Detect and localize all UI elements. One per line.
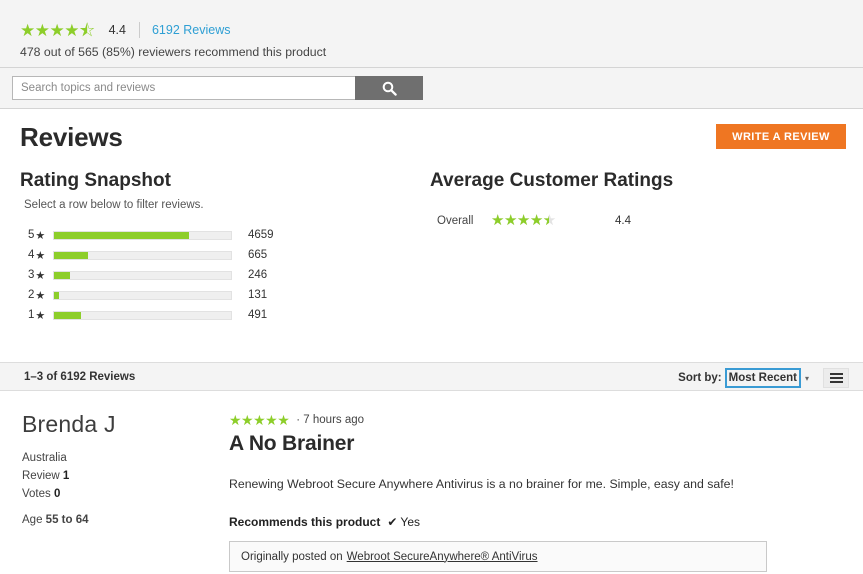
posted-source-link[interactable]: Webroot SecureAnywhere® AntiVirus — [347, 551, 538, 563]
rating-bar-fill — [54, 292, 59, 299]
search-icon — [382, 81, 397, 96]
star-icon: ★ — [35, 269, 45, 282]
star-icon: ★ — [35, 249, 45, 262]
recommends-label: Recommends this product — [229, 515, 380, 529]
overall-rating-row: Overall ★★★★★ ★★★★★ 4.4 — [437, 213, 556, 228]
hamburger-icon-line — [830, 377, 843, 379]
rating-bar-row-5-star[interactable]: 5★ 4659 — [28, 225, 288, 245]
rating-bar-fill — [54, 232, 189, 239]
rating-bar-count: 665 — [248, 249, 288, 261]
star-icon: ★ — [35, 289, 45, 302]
sort-by-label: Sort by: — [678, 372, 721, 384]
rating-bar-row-1-star[interactable]: 1★ 491 — [28, 305, 288, 325]
rating-bar-label: 2★ — [28, 289, 51, 302]
rating-bar-fill — [54, 272, 70, 279]
rating-bar-track — [53, 311, 232, 320]
rating-bar-star-number: 2 — [28, 289, 34, 301]
summary-stars-icon: ★★★★⯪ — [20, 22, 95, 39]
page-title: Reviews — [20, 122, 123, 153]
overall-label: Overall — [437, 215, 487, 227]
rating-bar-count: 4659 — [248, 229, 288, 241]
recommend-summary-text: 478 out of 565 (85%) reviewers recommend… — [20, 45, 326, 59]
review-author-column: Brenda J Australia Review 1 Votes 0 Age … — [22, 411, 212, 526]
rating-bar-label: 5★ — [28, 229, 51, 242]
summary-rating-value: 4.4 — [109, 23, 126, 37]
average-ratings-title: Average Customer Ratings — [430, 170, 673, 192]
star-icon: ★ — [35, 229, 45, 242]
rating-bar-label: 1★ — [28, 309, 51, 322]
sort-controls: Sort by: Most Recent ▾ — [678, 368, 849, 388]
overall-rating-value: 4.4 — [615, 215, 631, 227]
review-text: Renewing Webroot Secure Anywhere Antivir… — [229, 477, 829, 491]
rating-bar-star-number: 4 — [28, 249, 34, 261]
author-review-count: Review 1 — [22, 468, 212, 486]
rating-bar-track — [53, 291, 232, 300]
list-view-toggle-button[interactable] — [823, 368, 849, 388]
rating-bar-star-number: 5 — [28, 229, 34, 241]
search-input[interactable] — [12, 76, 355, 100]
review-rating-row: ★★★★★ · 7 hours ago — [229, 413, 829, 427]
search-button[interactable] — [355, 76, 423, 100]
review-stars-icon: ★★★★★ — [229, 413, 289, 427]
recommends-value: Yes — [400, 515, 420, 529]
originally-posted-box: Originally posted on Webroot SecureAnywhe… — [229, 541, 767, 572]
review-page: ★★★★⯪ 4.4 6192 Reviews 478 out of 565 (8… — [0, 0, 863, 574]
rating-bar-fill — [54, 252, 88, 259]
rating-bar-label: 3★ — [28, 269, 51, 282]
results-count: 1–3 of 6192 Reviews — [24, 371, 135, 383]
recommends-row: Recommends this product ✔Yes — [229, 515, 829, 529]
rating-bar-label: 4★ — [28, 249, 51, 262]
rating-bar-track — [53, 271, 232, 280]
hamburger-icon-line — [830, 381, 843, 383]
rating-bar-track — [53, 231, 232, 240]
author-votes-count: Votes 0 — [22, 486, 212, 504]
rating-bar-count: 491 — [248, 309, 288, 321]
star-icon: ★ — [35, 309, 45, 322]
rating-bar-track — [53, 251, 232, 260]
rating-bar-count: 131 — [248, 289, 288, 301]
author-meta: Australia Review 1 Votes 0 — [22, 450, 212, 503]
chevron-down-icon[interactable]: ▾ — [805, 374, 809, 383]
rating-bar-row-2-star[interactable]: 2★ 131 — [28, 285, 288, 305]
overall-stars-icon: ★★★★★ ★★★★★ — [491, 213, 556, 228]
reviews-count-link[interactable]: 6192 Reviews — [152, 23, 231, 37]
rating-bar-row-3-star[interactable]: 3★ 246 — [28, 265, 288, 285]
write-a-review-button[interactable]: WRITE A REVIEW — [716, 124, 846, 149]
summary-bar: ★★★★⯪ 4.4 6192 Reviews 478 out of 565 (8… — [0, 0, 863, 68]
rating-bar-row-4-star[interactable]: 4★ 665 — [28, 245, 288, 265]
rating-snapshot-subtitle: Select a row below to filter reviews. — [24, 199, 204, 211]
sort-dropdown[interactable]: Most Recent — [726, 369, 800, 387]
search-bar — [0, 68, 863, 109]
rating-bar-fill — [54, 312, 81, 319]
rating-bar-count: 246 — [248, 269, 288, 281]
author-age: Age 55 to 64 — [22, 514, 212, 526]
review-date: · 7 hours ago — [296, 414, 364, 426]
review-body-column: ★★★★★ · 7 hours ago A No Brainer Renewin… — [229, 413, 829, 572]
rating-bar-star-number: 1 — [28, 309, 34, 321]
author-name: Brenda J — [22, 411, 212, 438]
review-title: A No Brainer — [229, 432, 829, 456]
check-icon: ✔ — [387, 515, 397, 529]
sort-bar: 1–3 of 6192 Reviews Sort by: Most Recent… — [0, 362, 863, 391]
rating-snapshot-title: Rating Snapshot — [20, 170, 171, 192]
rating-bars-list: 5★46594★6653★2462★1311★491 — [28, 225, 288, 325]
search-wrapper — [12, 76, 423, 100]
rating-bar-star-number: 3 — [28, 269, 34, 281]
author-location: Australia — [22, 450, 212, 468]
summary-rating-row: ★★★★⯪ 4.4 6192 Reviews — [20, 21, 230, 39]
hamburger-icon-line — [830, 373, 843, 375]
summary-divider — [139, 22, 140, 38]
posted-prefix: Originally posted on — [241, 551, 343, 563]
